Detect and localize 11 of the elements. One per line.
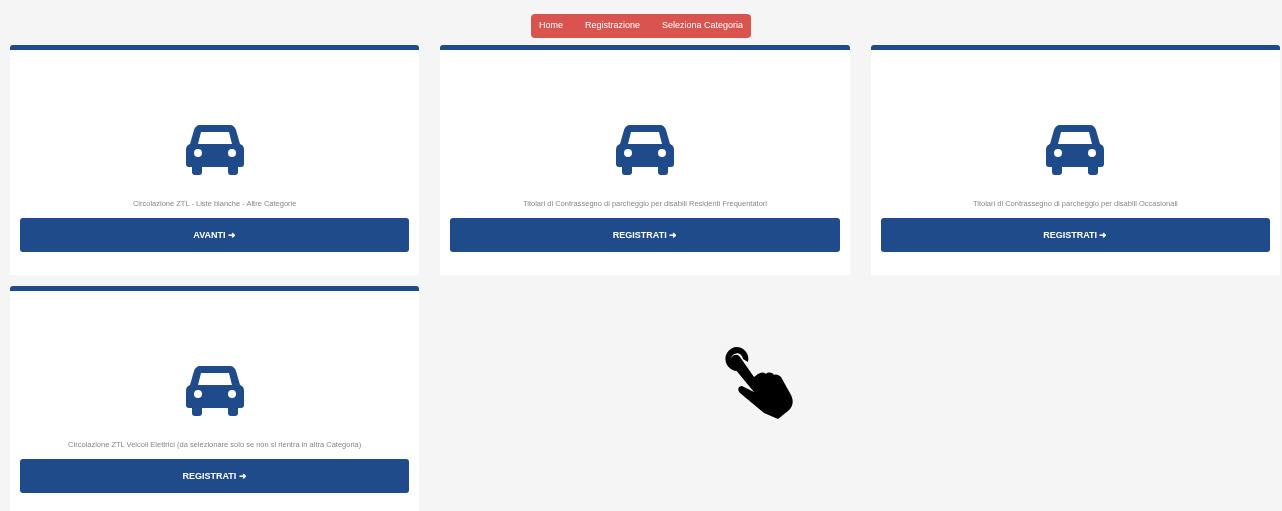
car-icon	[185, 123, 244, 175]
car-icon	[185, 364, 244, 416]
register-button[interactable]: REGISTRATI ➜	[880, 218, 1270, 253]
car-icon	[1046, 123, 1105, 175]
breadcrumb-link[interactable]: Seleziona Categoria	[662, 19, 744, 33]
car-icon	[616, 123, 674, 175]
register-button[interactable]: REGISTRATI ➜	[450, 218, 840, 253]
breadcrumb-link[interactable]: Home	[538, 19, 563, 33]
register-button[interactable]: REGISTRATI ➜	[20, 459, 410, 494]
register-button[interactable]: AVANTI ➜	[20, 218, 410, 253]
breadcrumb-link[interactable]: Registrazione	[584, 19, 640, 33]
